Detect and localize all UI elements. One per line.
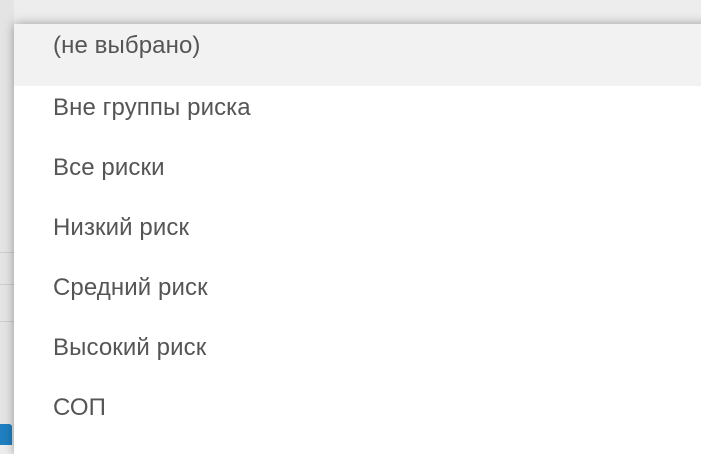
option-label: Высокий риск xyxy=(53,334,207,361)
option-label: Все риски xyxy=(53,154,165,181)
background-divider xyxy=(0,321,14,322)
option-high-risk[interactable]: Высокий риск xyxy=(14,326,701,386)
option-outside-risk-group[interactable]: Вне группы риска xyxy=(14,86,701,146)
option-label: СОП xyxy=(53,394,107,421)
option-sop[interactable]: СОП xyxy=(14,386,701,446)
option-label: Низкий риск xyxy=(53,214,190,241)
option-low-risk[interactable]: Низкий риск xyxy=(14,206,701,266)
option-label: Вне группы риска xyxy=(53,94,251,121)
option-all-risks[interactable]: Все риски xyxy=(14,146,701,206)
option-label: Средний риск xyxy=(53,274,208,301)
option-not-selected[interactable]: (не выбрано) xyxy=(14,24,701,86)
background-accent-button xyxy=(0,424,12,445)
option-label: (не выбрано) xyxy=(53,32,201,59)
background-divider xyxy=(0,252,14,253)
background-divider xyxy=(0,284,14,285)
option-medium-risk[interactable]: Средний риск xyxy=(14,266,701,326)
risk-group-dropdown-list: (не выбрано) Вне группы риска Все риски … xyxy=(14,24,701,454)
background-page xyxy=(0,0,14,445)
